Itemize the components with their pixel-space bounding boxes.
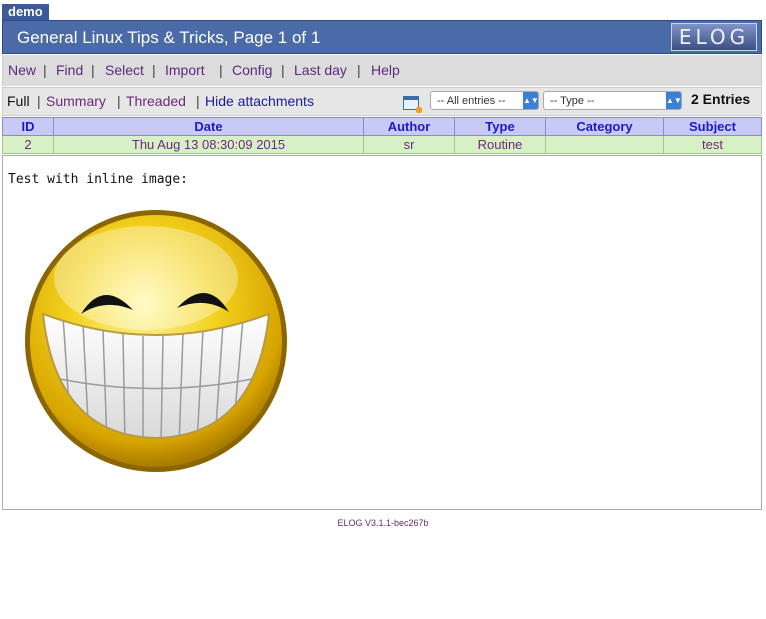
column-header-author[interactable]: Author <box>363 117 455 136</box>
type-filter-value: -- Type -- <box>550 95 595 107</box>
column-header-id[interactable]: ID <box>2 117 54 136</box>
view-separator: | <box>117 93 121 109</box>
entry-body: Test with inline image: <box>2 155 762 510</box>
view-full: Full <box>7 93 30 109</box>
menu-new[interactable]: New <box>8 62 36 78</box>
logbook-tab-demo[interactable]: demo <box>2 4 49 20</box>
menu-separator: | <box>43 62 47 78</box>
menu-separator: | <box>219 62 223 78</box>
version-footer[interactable]: ELOG V3.1.1-bec267b <box>0 518 766 528</box>
menu-separator: | <box>357 62 361 78</box>
menu-bar: New | Find | Select | Import | Config | … <box>2 55 762 86</box>
chevron-updown-icon: ▲▼ <box>523 92 539 109</box>
menu-config[interactable]: Config <box>232 62 272 78</box>
entries-filter-value: -- All entries -- <box>437 95 506 107</box>
entry-text: Test with inline image: <box>8 172 189 187</box>
grinning-smiley-icon <box>25 210 287 472</box>
entry-count: 2 Entries <box>691 91 751 107</box>
cell-type[interactable]: Routine <box>454 135 546 154</box>
cell-category[interactable] <box>545 135 664 154</box>
menu-select[interactable]: Select <box>105 62 144 78</box>
type-filter-select[interactable]: -- Type -- ▲▼ <box>543 91 682 110</box>
view-separator: | <box>196 93 200 109</box>
hide-attachments-link[interactable]: Hide attachments <box>205 93 314 109</box>
cell-author[interactable]: sr <box>363 135 455 154</box>
view-summary[interactable]: Summary <box>46 93 106 109</box>
elog-logo[interactable]: ELOG <box>671 23 757 51</box>
view-separator: | <box>37 93 41 109</box>
table-row[interactable]: 2 Thu Aug 13 08:30:09 2015 sr Routine te… <box>2 135 762 154</box>
entries-filter-select[interactable]: -- All entries -- ▲▼ <box>430 91 539 110</box>
column-header-type[interactable]: Type <box>454 117 546 136</box>
entries-table: ID Date Author Type Category Subject 2 T… <box>2 117 762 154</box>
table-header-row: ID Date Author Type Category Subject <box>2 117 762 136</box>
menu-separator: | <box>91 62 95 78</box>
title-bar: General Linux Tips & Tricks, Page 1 of 1… <box>2 20 762 54</box>
menu-last-day[interactable]: Last day <box>294 62 347 78</box>
menu-help[interactable]: Help <box>371 62 400 78</box>
menu-separator: | <box>281 62 285 78</box>
menu-separator: | <box>152 62 156 78</box>
cell-subject[interactable]: test <box>663 135 762 154</box>
menu-find[interactable]: Find <box>56 62 83 78</box>
menu-import[interactable]: Import <box>165 62 205 78</box>
view-threaded[interactable]: Threaded <box>126 93 186 109</box>
page-title: General Linux Tips & Tricks, Page 1 of 1 <box>17 28 321 47</box>
view-filter-bar: Full | Summary | Threaded | Hide attachm… <box>2 87 762 116</box>
chevron-updown-icon: ▲▼ <box>666 92 682 109</box>
calendar-icon[interactable] <box>403 96 422 113</box>
column-header-category[interactable]: Category <box>545 117 664 136</box>
column-header-subject[interactable]: Subject <box>663 117 762 136</box>
column-header-date[interactable]: Date <box>53 117 364 136</box>
cell-date[interactable]: Thu Aug 13 08:30:09 2015 <box>53 135 364 154</box>
cell-id[interactable]: 2 <box>2 135 54 154</box>
